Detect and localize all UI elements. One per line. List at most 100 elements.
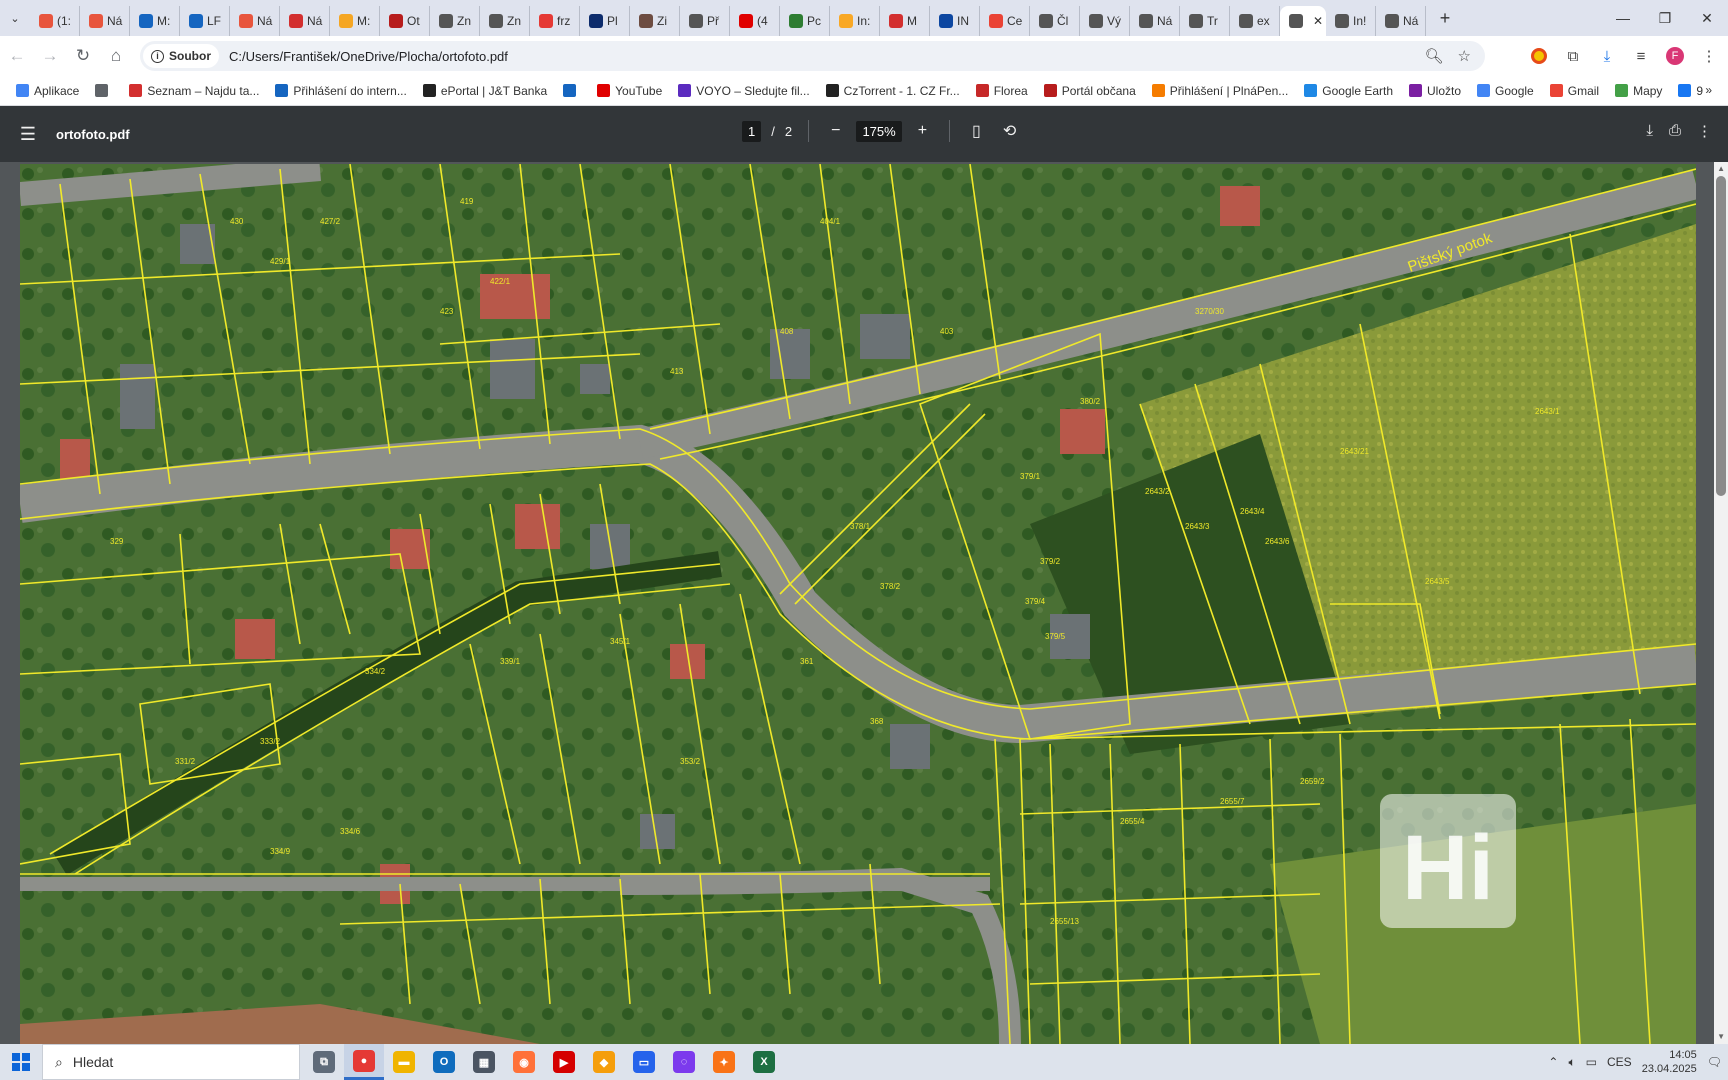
browser-tab[interactable]: Čl <box>1030 6 1080 36</box>
pdf-download-icon[interactable]: ⤓ <box>1646 122 1653 140</box>
page-number-input[interactable]: 1 <box>742 120 762 142</box>
bookmark-item[interactable]: Aplikace <box>16 84 79 98</box>
browser-tab[interactable]: Př <box>680 6 730 36</box>
taskbar-app-excel[interactable]: X <box>744 1044 784 1080</box>
browser-tab[interactable]: Vý <box>1080 6 1130 36</box>
browser-tab[interactable]: Pl <box>580 6 630 36</box>
fit-page-icon[interactable]: ▯ <box>966 121 987 141</box>
extensions-puzzle-icon[interactable]: ⧉ <box>1560 40 1586 72</box>
pdf-scrollbar-thumb[interactable] <box>1716 176 1726 496</box>
browser-tab[interactable]: (1: <box>30 6 80 36</box>
back-button[interactable]: ← <box>1 40 33 72</box>
taskbar-app-media[interactable]: ▶ <box>544 1044 584 1080</box>
bookmark-item[interactable] <box>563 84 581 97</box>
bookmark-item[interactable]: Gmail <box>1549 84 1599 98</box>
browser-tab[interactable]: Pc <box>780 6 830 36</box>
taskbar-app-task-view[interactable]: ⧉ <box>304 1044 344 1080</box>
bookmark-item[interactable]: Portál občana <box>1043 84 1136 98</box>
browser-tab[interactable]: Ná <box>280 6 330 36</box>
pdf-more-icon[interactable]: ⋮ <box>1697 122 1712 140</box>
taskbar-app-monitor[interactable]: ▭ <box>624 1044 664 1080</box>
bookmark-star-icon[interactable]: ☆ <box>1458 47 1471 65</box>
tray-chevron-icon[interactable]: ⌃ <box>1548 1055 1558 1069</box>
pdf-sidebar-menu-icon[interactable]: ☰ <box>0 124 56 145</box>
browser-menu-icon[interactable]: ⋮ <box>1696 40 1722 72</box>
close-button[interactable]: ✕ <box>1686 0 1728 36</box>
browser-tab[interactable]: Ná <box>230 6 280 36</box>
scroll-up-arrow-icon[interactable]: ▲ <box>1717 164 1725 173</box>
browser-tab[interactable]: M: <box>130 6 180 36</box>
pdf-viewer[interactable]: Pištský potok 2643/5 2643/6 2643/21 2643… <box>0 162 1728 1044</box>
bookmark-item[interactable]: CzTorrent - 1. CZ Fr... <box>825 84 960 98</box>
browser-tab[interactable]: Zi <box>630 6 680 36</box>
taskbar-app-chrome[interactable]: ● <box>344 1044 384 1080</box>
home-button[interactable]: ⌂ <box>100 40 132 72</box>
taskbar-app-firefox[interactable]: ◉ <box>504 1044 544 1080</box>
browser-tab[interactable]: Ná <box>1376 6 1426 36</box>
forward-button[interactable]: → <box>34 40 66 72</box>
start-button[interactable] <box>0 1044 42 1080</box>
bookmark-item[interactable]: Google <box>1477 84 1534 98</box>
browser-tab[interactable]: In! <box>1326 6 1376 36</box>
browser-tab[interactable]: (4 <box>730 6 780 36</box>
browser-tab[interactable]: Ot <box>380 6 430 36</box>
zoom-in-icon[interactable]: + <box>912 122 933 140</box>
taskbar-app-explorer[interactable]: ▬ <box>384 1044 424 1080</box>
bookmark-item[interactable]: Florea <box>975 84 1028 98</box>
language-indicator[interactable]: CES <box>1607 1055 1632 1069</box>
restore-button[interactable]: ❐ <box>1644 0 1686 36</box>
pdf-print-icon[interactable]: ⎙ <box>1669 122 1681 140</box>
browser-tab[interactable]: Ce <box>980 6 1030 36</box>
network-icon[interactable]: ▭ <box>1586 1055 1597 1069</box>
bookmarks-more-button[interactable]: » <box>1705 83 1712 97</box>
extension-icon[interactable] <box>1526 40 1552 72</box>
clock[interactable]: 14:05 23.04.2025 <box>1642 1048 1697 1076</box>
browser-tab[interactable]: M: <box>330 6 380 36</box>
bookmark-item[interactable] <box>95 84 113 97</box>
tab-close-icon[interactable]: ✕ <box>1313 14 1323 28</box>
bookmark-item[interactable]: Mapy <box>1615 84 1662 98</box>
browser-tab[interactable]: ex <box>1230 6 1280 36</box>
taskbar-app-app-sun[interactable]: ✦ <box>704 1044 744 1080</box>
profile-avatar[interactable]: F <box>1662 40 1688 72</box>
bookmark-item[interactable]: Přihlášení | PlnáPen... <box>1151 84 1288 98</box>
zoom-icon[interactable]: 🔍︎ <box>1425 47 1444 65</box>
browser-tab[interactable]: M <box>880 6 930 36</box>
scroll-down-arrow-icon[interactable]: ▼ <box>1717 1032 1725 1041</box>
bookmark-item[interactable]: VOYO – Sledujte fil... <box>678 84 810 98</box>
taskbar-app-app-orange[interactable]: ◆ <box>584 1044 624 1080</box>
url-text[interactable]: C:/Users/František/OneDrive/Plocha/ortof… <box>229 49 508 64</box>
reload-button[interactable]: ↻ <box>67 40 99 72</box>
browser-tab[interactable]: Tr <box>1180 6 1230 36</box>
zoom-level-input[interactable]: 175% <box>856 120 902 142</box>
address-bar[interactable]: i Soubor C:/Users/František/OneDrive/Plo… <box>140 41 1485 71</box>
taskbar-search[interactable]: ⌕ Hledat <box>42 1044 300 1080</box>
downloads-icon[interactable]: ⤓ <box>1594 40 1620 72</box>
tab-search-button[interactable]: ⌄ <box>0 0 30 36</box>
notifications-icon[interactable]: 🗨︎ <box>1707 1055 1722 1069</box>
bookmark-item[interactable]: YouTube <box>597 84 662 98</box>
bookmark-item[interactable]: Seznam – Najdu ta... <box>129 84 259 98</box>
browser-tab[interactable]: In: <box>830 6 880 36</box>
volume-icon[interactable]: 🔈︎ <box>1568 1055 1575 1070</box>
taskbar-app-calculator[interactable]: ▦ <box>464 1044 504 1080</box>
browser-tab[interactable]: IN <box>930 6 980 36</box>
taskbar-app-outlook[interactable]: O <box>424 1044 464 1080</box>
bookmark-item[interactable]: Přihlášení do intern... <box>275 84 407 98</box>
zoom-out-icon[interactable]: − <box>825 122 846 140</box>
browser-tab[interactable]: LF <box>180 6 230 36</box>
bookmark-item[interactable]: ePortal | J&T Banka <box>422 84 547 98</box>
media-controls-icon[interactable]: ≡ <box>1628 40 1654 72</box>
new-tab-button[interactable]: + <box>1430 3 1460 33</box>
browser-tab[interactable]: Ná <box>1130 6 1180 36</box>
bookmark-item[interactable]: Google Earth <box>1304 84 1393 98</box>
browser-tab[interactable]: Zn <box>430 6 480 36</box>
browser-tab[interactable]: ✕ <box>1280 6 1326 36</box>
site-info-chip[interactable]: i Soubor <box>143 44 219 68</box>
bookmark-item[interactable]: 9 <box>1678 84 1703 98</box>
browser-tab[interactable]: frz <box>530 6 580 36</box>
rotate-icon[interactable]: ⟲ <box>997 121 1022 141</box>
taskbar-app-app-purple[interactable]: ◌ <box>664 1044 704 1080</box>
minimize-button[interactable]: — <box>1602 0 1644 36</box>
browser-tab[interactable]: Zn <box>480 6 530 36</box>
